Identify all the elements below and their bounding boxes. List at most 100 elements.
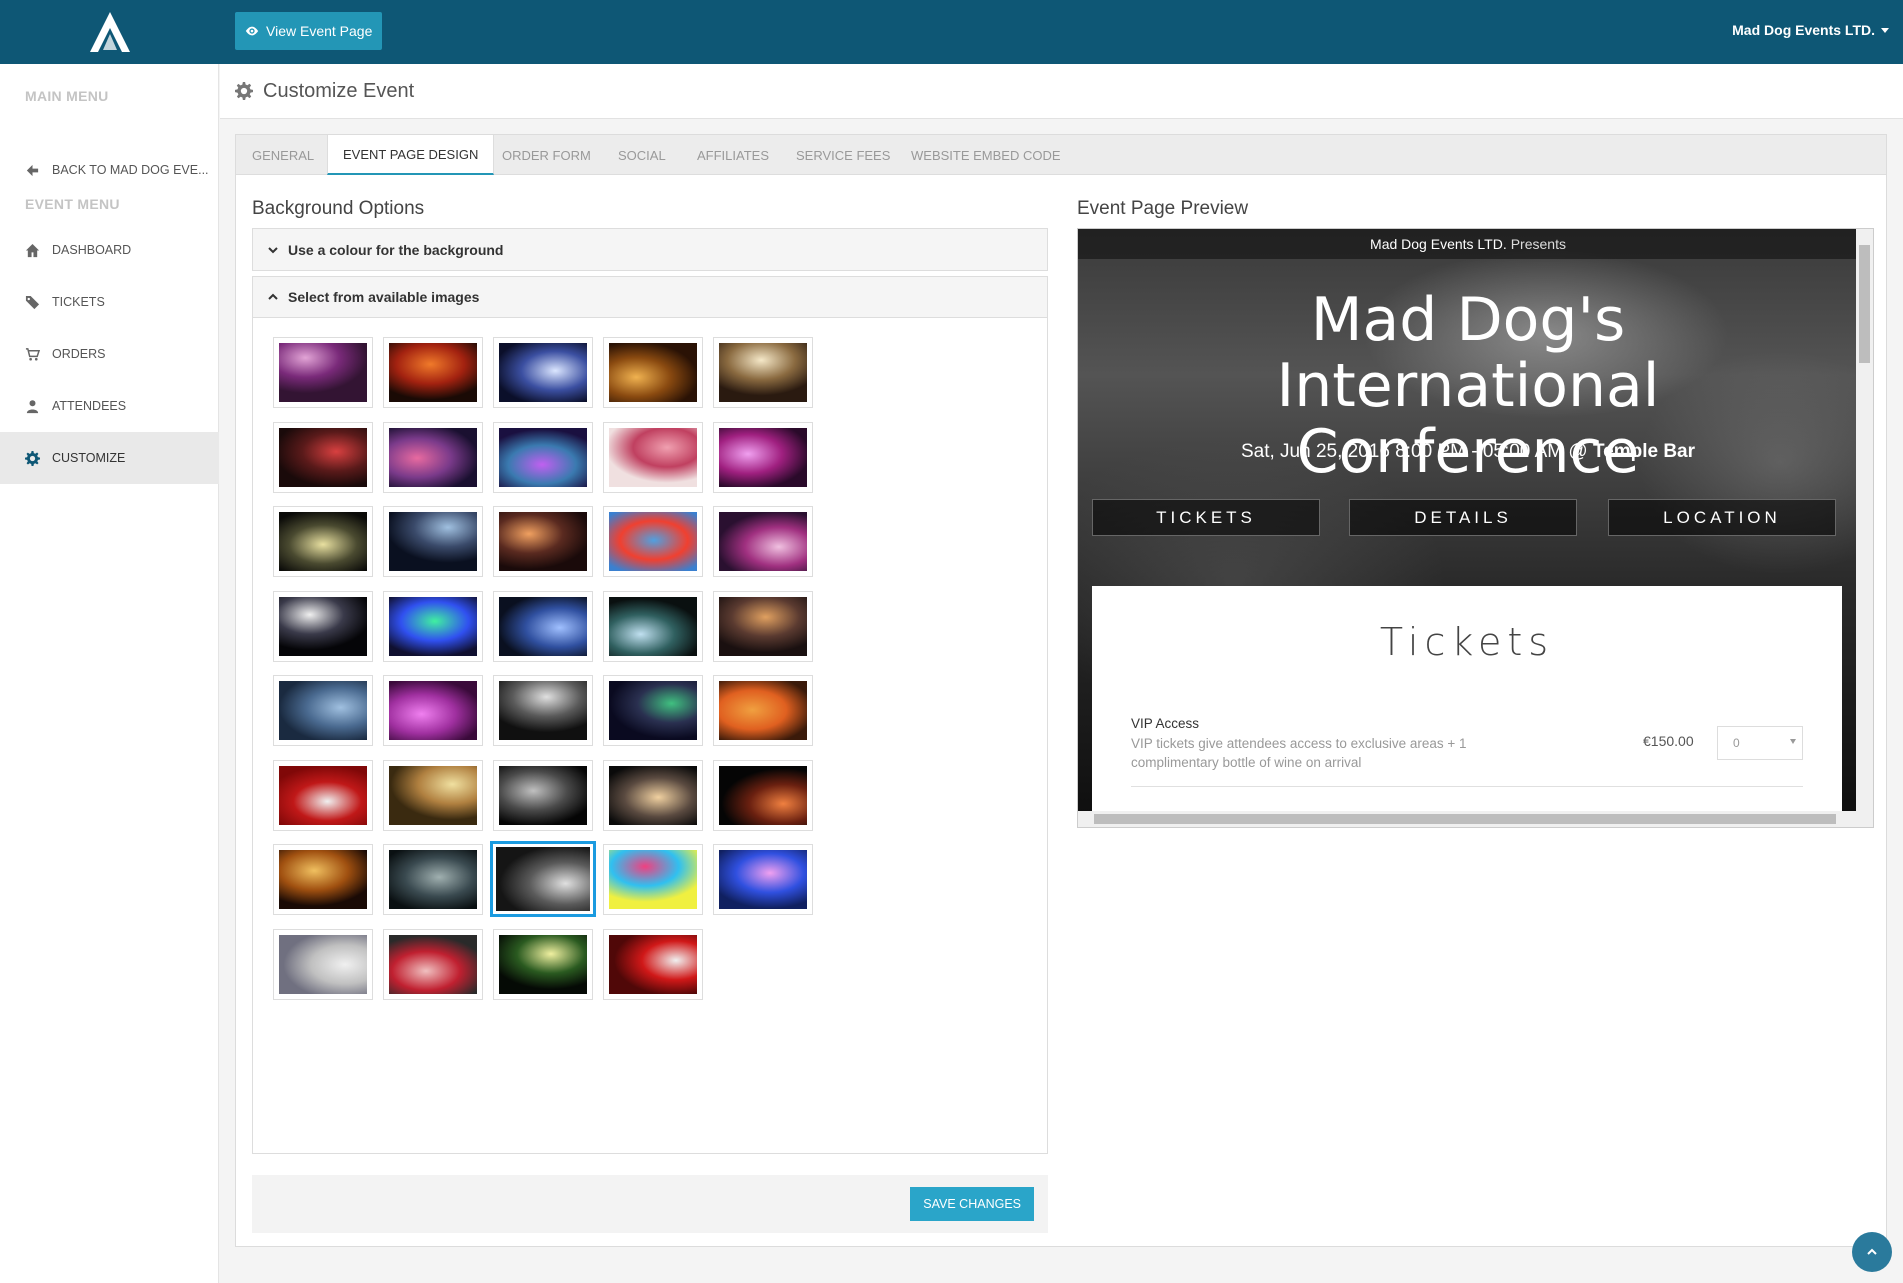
background-image-thumbnail[interactable] (713, 759, 813, 831)
tab-general[interactable]: GENERAL (252, 135, 314, 175)
sidebar-item-dashboard[interactable]: DASHBOARD (0, 224, 219, 276)
background-image-thumbnail[interactable] (273, 337, 373, 408)
background-image-preview (496, 847, 590, 911)
background-image-thumbnail[interactable] (713, 337, 813, 408)
background-image-thumbnail[interactable] (603, 675, 703, 746)
preview-ticket-description: VIP tickets give attendees access to exc… (1131, 736, 1467, 770)
background-image-thumbnail[interactable] (383, 844, 483, 915)
background-image-preview (389, 934, 477, 994)
preview-horizontal-scrollbar[interactable] (1078, 811, 1873, 827)
preview-details-button[interactable]: DETAILS (1349, 499, 1577, 536)
background-image-thumbnail[interactable] (603, 590, 703, 662)
app-logo[interactable] (86, 10, 134, 54)
sidebar-item-tickets[interactable]: TICKETS (0, 276, 219, 328)
sidebar-item-attendees[interactable]: ATTENDEES (0, 380, 219, 432)
caret-down-icon (1790, 739, 1796, 744)
background-image-thumbnail[interactable] (493, 759, 593, 831)
background-image-thumbnail[interactable] (273, 759, 373, 831)
background-image-thumbnail[interactable] (273, 590, 373, 662)
arrow-left-icon (24, 162, 40, 178)
page-title: Customize Event (263, 79, 415, 102)
sidebar-item-back[interactable]: BACK TO MAD DOG EVE... (0, 144, 219, 196)
background-image-preview (279, 596, 367, 656)
home-icon (24, 242, 40, 258)
tab-service-fees[interactable]: SERVICE FEES (796, 135, 890, 175)
background-image-thumbnail[interactable] (603, 421, 703, 493)
background-image-thumbnail[interactable] (383, 675, 483, 746)
background-image-thumbnail[interactable] (493, 506, 593, 577)
preview-vertical-scrollbar[interactable] (1856, 229, 1873, 813)
scrollbar-thumb[interactable] (1094, 814, 1836, 824)
preview-venue[interactable]: Temple Bar (1593, 441, 1695, 462)
background-image-thumbnail[interactable] (383, 421, 483, 493)
tab-social[interactable]: SOCIAL (618, 135, 666, 175)
background-image-preview (279, 934, 367, 994)
preview-presenter[interactable]: Mad Dog Events LTD. (1370, 236, 1507, 252)
sidebar-item-label: CUSTOMIZE (52, 451, 126, 465)
preview-presenter-bar: Mad Dog Events LTD. Presents (1078, 229, 1858, 259)
save-changes-button[interactable]: SAVE CHANGES (910, 1187, 1034, 1221)
colour-background-label: Use a colour for the background (288, 241, 504, 258)
background-image-thumbnail[interactable] (273, 928, 373, 1000)
view-event-page-label: View Event Page (266, 23, 373, 39)
background-image-thumbnail[interactable] (603, 844, 703, 915)
image-background-toggle[interactable]: Select from available images (253, 277, 1047, 318)
background-image-thumbnail[interactable] (493, 675, 593, 746)
top-bar: View Event Page Mad Dog Events LTD. (0, 0, 1903, 64)
organiser-menu[interactable]: Mad Dog Events LTD. (1732, 22, 1889, 38)
background-image-thumbnail[interactable] (273, 506, 373, 577)
sidebar-item-orders[interactable]: ORDERS (0, 328, 219, 380)
gear-icon (24, 450, 40, 466)
background-image-thumbnail[interactable] (273, 844, 373, 915)
background-image-preview (609, 512, 697, 571)
scroll-to-top-button[interactable] (1852, 1232, 1892, 1272)
preview-event-date: Sat, Jun 25, 2016 8:00 PM - 05:00 AM @ T… (1078, 441, 1858, 463)
background-image-thumbnail[interactable] (493, 337, 593, 408)
background-image-thumbnail[interactable] (490, 841, 596, 917)
background-image-thumbnail[interactable] (493, 590, 593, 662)
background-image-thumbnail[interactable] (383, 928, 483, 1000)
background-image-thumbnail[interactable] (713, 844, 813, 915)
tab-event-page-design[interactable]: EVENT PAGE DESIGN (327, 135, 495, 175)
background-image-thumbnail[interactable] (383, 506, 483, 577)
preview-quantity-value: 0 (1733, 736, 1740, 750)
tab-affiliates[interactable]: AFFILIATES (697, 135, 769, 175)
tab-website-embed-code[interactable]: WEBSITE EMBED CODE (911, 135, 1061, 175)
image-background-label: Select from available images (288, 289, 480, 305)
background-image-thumbnail[interactable] (603, 759, 703, 831)
background-image-thumbnail[interactable] (603, 928, 703, 1000)
background-image-thumbnail[interactable] (383, 337, 483, 408)
preview-location-button[interactable]: LOCATION (1608, 499, 1836, 536)
preview-date-text: Sat, Jun 25, 2016 8:00 PM - 05:00 AM @ (1240, 441, 1588, 462)
background-image-preview (719, 427, 807, 487)
view-event-page-button[interactable]: View Event Page (235, 12, 383, 50)
colour-background-toggle[interactable]: Use a colour for the background (253, 229, 1047, 270)
tab-order-form[interactable]: ORDER FORM (502, 135, 591, 175)
scrollbar-thumb[interactable] (1859, 245, 1870, 363)
background-image-thumbnail[interactable] (383, 759, 483, 831)
background-image-thumbnail[interactable] (603, 506, 703, 577)
background-image-thumbnail[interactable] (383, 590, 483, 662)
background-image-thumbnail[interactable] (603, 337, 703, 408)
background-image-thumbnail[interactable] (493, 928, 593, 1000)
save-bar: SAVE CHANGES (252, 1175, 1048, 1233)
background-image-thumbnail[interactable] (273, 421, 373, 493)
background-image-preview (389, 681, 477, 740)
preview-ticket-name: VIP Access (1131, 716, 1200, 731)
background-options-title: Background Options (252, 198, 425, 219)
preview-tickets-button[interactable]: TICKETS (1092, 499, 1320, 536)
customize-panel: GENERAL EVENT PAGE DESIGN ORDER FORM SOC… (235, 134, 1887, 1247)
background-image-preview (279, 343, 367, 402)
sidebar-item-label: DASHBOARD (52, 243, 132, 257)
sidebar-item-customize[interactable]: CUSTOMIZE (0, 432, 219, 484)
background-image-thumbnail[interactable] (713, 506, 813, 577)
background-image-thumbnail[interactable] (713, 675, 813, 746)
background-image-thumbnail[interactable] (713, 421, 813, 493)
sidebar-item-label: BACK TO MAD DOG EVE... (52, 163, 209, 177)
background-image-thumbnail[interactable] (273, 675, 373, 746)
background-image-thumbnail[interactable] (713, 590, 813, 662)
preview-ticket-quantity-select[interactable]: 0 (1717, 726, 1803, 760)
chevron-up-icon (1867, 1248, 1877, 1255)
background-image-thumbnail[interactable] (493, 421, 593, 493)
background-image-preview (389, 850, 477, 909)
